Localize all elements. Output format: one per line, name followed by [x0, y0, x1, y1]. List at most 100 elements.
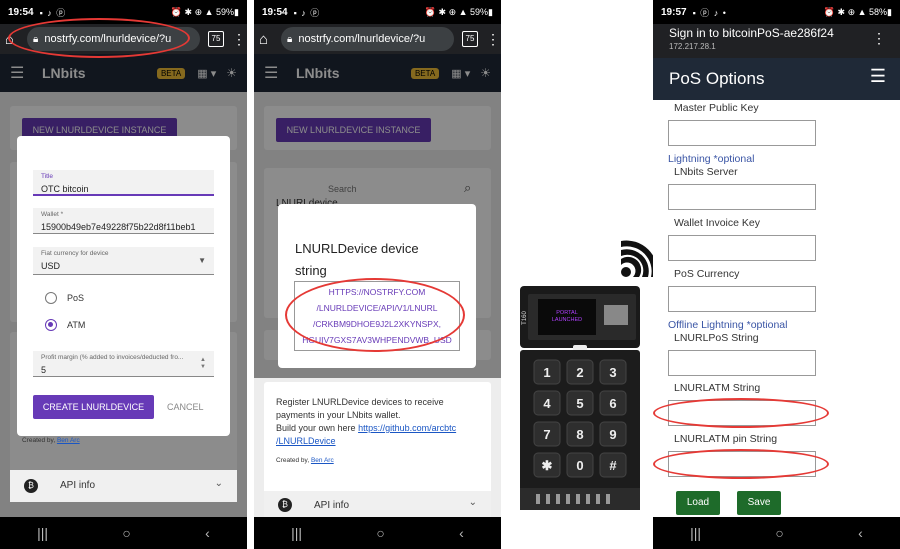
status-notification-icons: ▪ ♪ ⓟ: [293, 7, 321, 18]
api-info-row[interactable]: ₿ API info ⌄: [264, 491, 491, 517]
keypad-key-label: #: [609, 458, 617, 473]
device-string-line: /LNURLDEVICE/API/V1/LNURL: [316, 303, 438, 313]
status-time: 19:57: [661, 6, 687, 18]
back-icon[interactable]: ‹: [858, 525, 863, 541]
bitcoin-icon: ₿: [278, 498, 292, 512]
address-field[interactable]: 🔒︎ nostrfy.com/lnurldevice/?u: [281, 27, 454, 51]
lnurlatm-string-input[interactable]: [668, 400, 816, 426]
recents-icon[interactable]: |||: [690, 525, 701, 541]
browser-url-bar: ⌂ 🔒︎ nostrfy.com/lnurldevice/?u 75 ⋮: [254, 24, 501, 54]
status-right-icons: ⏰ ✱ ⊕ ▲ 58%▮: [823, 6, 892, 17]
chevron-down-icon: ▼: [198, 256, 206, 265]
home-circle-icon[interactable]: ○: [122, 525, 130, 541]
lnurlpos-string-input[interactable]: [668, 350, 816, 376]
profit-margin-field[interactable]: Profit margin (% added to invoices/deduc…: [33, 351, 214, 377]
recents-icon[interactable]: |||: [291, 525, 302, 541]
radio-pos-circle: [45, 292, 57, 304]
home-icon[interactable]: ⌂: [259, 31, 281, 48]
author-link[interactable]: Ben Arc: [57, 437, 80, 444]
device-string-line: /CRKBM9DHOE9J2L2XKYNSPX,: [312, 319, 442, 329]
fiat-currency-select[interactable]: Fiat currency for device USD ▼: [33, 247, 214, 275]
board-label: T160: [522, 311, 528, 325]
pos-currency-input[interactable]: [668, 286, 816, 312]
lnurlatm-pin-input[interactable]: [668, 451, 816, 477]
home-icon[interactable]: ⌂: [5, 31, 27, 48]
profit-margin-label: Profit margin (% added to invoices/deduc…: [41, 354, 184, 361]
android-nav-bar: ||| ○ ‹: [254, 517, 501, 549]
keypad-key-label: 2: [576, 365, 583, 380]
signin-bar: Sign in to bitcoinPoS-ae286f24 172.217.2…: [653, 24, 900, 58]
master-public-key-input[interactable]: [668, 120, 816, 146]
kebab-menu-icon[interactable]: ⋮: [486, 31, 500, 48]
kebab-menu-icon[interactable]: ⋮: [232, 31, 246, 48]
radio-atm[interactable]: ATM: [45, 319, 85, 331]
url-text: nostrfy.com/lnurldevice/?u: [298, 33, 426, 45]
keypad-key-label: 4: [543, 396, 551, 411]
home-circle-icon[interactable]: ○: [775, 525, 783, 541]
create-lnurldevice-button[interactable]: CREATE LNURLDEVICE: [33, 395, 154, 419]
title-field-value: OTC bitcoin: [41, 184, 89, 194]
lock-icon: 🔒︎: [33, 33, 39, 45]
address-field[interactable]: 🔒︎ nostrfy.com/lnurldevice/?u: [27, 27, 200, 51]
hamburger-menu-icon[interactable]: ☰: [870, 66, 886, 87]
url-text: nostrfy.com/lnurldevice/?u: [44, 33, 172, 45]
lnurlatm-pin-label: LNURLATM pin String: [674, 433, 778, 445]
radio-atm-circle: [45, 319, 57, 331]
android-nav-bar: ||| ○ ‹: [0, 517, 247, 549]
chevron-down-icon: ⌄: [468, 497, 477, 508]
radio-pos-label: PoS: [67, 293, 85, 303]
phone-screenshot-create-device: 19:54 ▪ ♪ ⓟ ⏰ ✱ ⊕ ▲ 59%▮ ⌂ 🔒︎ nostrfy.co…: [0, 0, 247, 549]
create-device-dialog: Title OTC bitcoin Wallet * 15900b49eb7e4…: [17, 136, 230, 436]
api-info-label: API info: [314, 500, 350, 511]
build-text: Build your own here: [276, 423, 356, 433]
load-button[interactable]: Load: [676, 491, 720, 515]
radio-pos[interactable]: PoS: [45, 292, 84, 304]
lock-icon: 🔒︎: [287, 33, 293, 45]
wallet-select[interactable]: Wallet * 15900b49eb7e49228f75b22d8f11beb…: [33, 208, 214, 234]
lightning-section-label: Lightning *optional: [668, 153, 755, 165]
tab-count-button[interactable]: 75: [462, 31, 478, 47]
recents-icon[interactable]: |||: [37, 525, 48, 541]
status-bar: 19:54 ▪ ♪ ⓟ ⏰ ✱ ⊕ ▲ 59%▮: [254, 0, 501, 24]
title-field-label: Title: [41, 173, 54, 180]
save-button[interactable]: Save: [737, 491, 781, 515]
status-bar: 19:54 ▪ ♪ ⓟ ⏰ ✱ ⊕ ▲ 59%▮: [0, 0, 247, 24]
created-by-line: Created by, Ben Arc: [22, 437, 80, 444]
status-time: 19:54: [8, 6, 34, 18]
device-string-line: HGUIV7GXS7AV3WHPENDVWB, USD: [302, 335, 452, 345]
wallet-invoice-key-input[interactable]: [668, 235, 816, 261]
device-string-line: HTTPS://NOSTRFY.COM: [328, 287, 426, 297]
radio-atm-label: ATM: [67, 320, 86, 330]
lnurlatm-string-label: LNURLATM String: [674, 382, 761, 394]
fiat-currency-value: USD: [41, 261, 61, 271]
tab-count-button[interactable]: 75: [208, 31, 224, 47]
status-right-icons: ⏰ ✱ ⊕ ▲ 59%▮: [170, 6, 239, 17]
stepper-icon[interactable]: ▲ ▼: [200, 357, 206, 371]
device-string-dialog: LNURLDevice device string HTTPS://NOSTRF…: [278, 204, 476, 368]
kebab-menu-icon[interactable]: ⋮: [872, 30, 886, 47]
phone-screenshot-device-string: 19:54 ▪ ♪ ⓟ ⏰ ✱ ⊕ ▲ 59%▮ ⌂ 🔒︎ nostrfy.co…: [254, 0, 501, 549]
keypad-key-label: 6: [609, 396, 616, 411]
lnbits-server-label: LNbits Server: [674, 166, 738, 178]
signin-ip: 172.217.28.1: [669, 42, 716, 51]
author-link[interactable]: Ben Arc: [311, 457, 334, 464]
status-bar: 19:57 ▪ ⓟ ♪ • ⏰ ✱ ⊕ ▲ 58%▮: [653, 0, 900, 24]
back-icon[interactable]: ‹: [205, 525, 210, 541]
lnbits-server-input[interactable]: [668, 184, 816, 210]
status-right-icons: ⏰ ✱ ⊕ ▲ 59%▮: [424, 6, 493, 17]
title-field[interactable]: Title OTC bitcoin: [33, 170, 214, 196]
page-title: PoS Options: [669, 69, 765, 88]
github-link-continued[interactable]: /LNURLDevice: [276, 435, 456, 448]
cancel-button[interactable]: CANCEL: [167, 395, 204, 419]
lnurlpos-string-label: LNURLPoS String: [674, 332, 759, 344]
device-string-box[interactable]: HTTPS://NOSTRFY.COM /LNURLDEVICE/API/V1/…: [294, 281, 460, 351]
back-icon[interactable]: ‹: [459, 525, 464, 541]
wallet-select-label: Wallet *: [41, 211, 64, 218]
api-info-row[interactable]: ₿ API info ⌄: [10, 470, 237, 502]
github-link[interactable]: https://github.com/arcbtc: [358, 423, 456, 433]
keypad-key-label: 8: [576, 427, 583, 442]
home-circle-icon[interactable]: ○: [376, 525, 384, 541]
hardware-device-photo: PORTAL LAUNCHED T160 1 2 3 4 5 6 7 8 9 ✱ 0 #: [508, 0, 653, 549]
fiat-currency-label: Fiat currency for device: [41, 250, 109, 257]
signin-title: Sign in to bitcoinPoS-ae286f24: [669, 26, 834, 40]
